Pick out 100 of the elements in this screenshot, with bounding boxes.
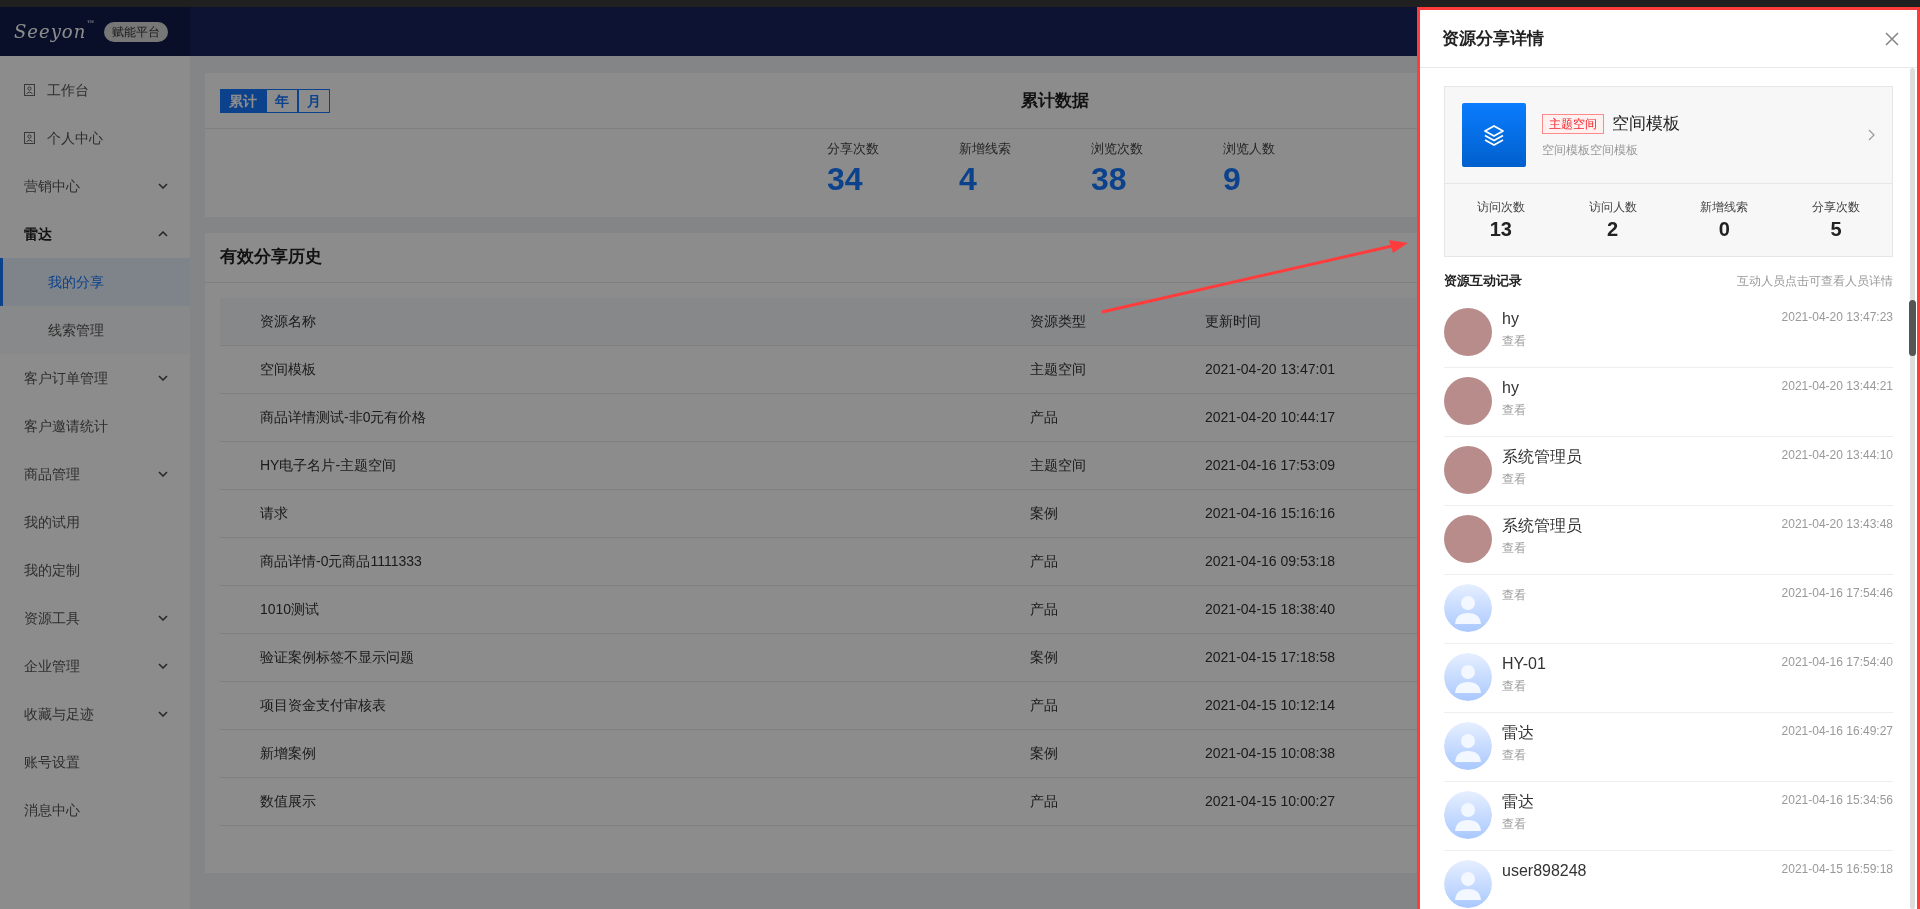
table-cell-text: 2021-04-15 10:08:38 [1205,743,1336,763]
person-name[interactable]: 系统管理员 [1502,514,1582,537]
table-cell-text: 2021-04-20 10:44:17 [1205,407,1336,427]
drawer-title: 资源分享详情 [1442,27,1544,50]
view-link[interactable]: 查看 [1502,538,1582,557]
sidebar-item[interactable]: 雷达 [0,210,190,258]
logo[interactable]: Seeyon™ [14,18,97,45]
contact-card-icon [24,132,35,144]
table-cell-text: 2021-04-15 10:12:14 [1205,695,1336,715]
layers-icon [1482,123,1506,147]
table-cell-text: 商品详情测试-非0元有价格 [259,407,428,427]
table-cell-text: 2021-04-20 13:47:01 [1205,359,1336,379]
record-time: 2021-04-16 17:54:46 [1781,584,1893,602]
person-name[interactable]: HY-01 [1502,652,1546,675]
view-link[interactable]: 查看 [1502,469,1582,488]
period-tab[interactable]: 年 [266,88,298,113]
chevron-down-icon [158,471,168,477]
sidebar-item[interactable]: 企业管理 [0,642,190,690]
scrollbar-thumb[interactable] [1909,300,1916,356]
chevron-down-icon [158,183,168,189]
record-time: 2021-04-15 16:59:18 [1781,860,1893,878]
sidebar-item[interactable]: 消息中心 [0,786,190,834]
sidebar-item[interactable]: 资源工具 [0,594,190,642]
sidebar-item[interactable]: 营销中心 [0,162,190,210]
metric-label: 访问人数 [1587,199,1638,216]
view-link[interactable]: 查看 [1502,331,1526,350]
record-time: 2021-04-20 13:44:10 [1781,446,1893,464]
record-time: 2021-04-20 13:47:23 [1781,308,1893,326]
table-cell-text: 新增案例 [259,743,317,763]
sidebar-item[interactable]: 客户邀请统计 [0,402,190,450]
metric-label: 分享次数 [1811,199,1862,216]
section-title: 资源互动记录 [1444,272,1522,290]
metric-value: 2 [1606,217,1620,242]
view-link[interactable]: 查看 [1502,676,1546,695]
table-cell-text: 2021-04-15 10:00:27 [1205,791,1336,811]
table-cell-text: 主题空间 [1030,359,1087,379]
metric-value: 9 [1223,159,1242,199]
view-link[interactable]: 查看 [1502,400,1526,419]
chevron-down-icon [158,615,168,621]
table-cell-text: 1010测试 [259,599,321,619]
table-cell-text: 2021-04-15 18:38:40 [1205,599,1336,619]
table-cell-text: 项目资金支付审核表 [259,695,387,715]
view-link[interactable]: 查看 [1502,745,1534,764]
sidebar-subitem[interactable]: 我的分享 [0,258,190,306]
hint-text: 互动人员点击可查看人员详情 [1737,272,1893,290]
person-name[interactable]: hy [1502,376,1526,399]
sidebar-item[interactable]: 我的试用 [0,498,190,546]
person-name[interactable]: 雷达 [1502,790,1534,813]
sidebar-item[interactable]: 我的定制 [0,546,190,594]
avatar-silhouette-icon [1444,790,1492,839]
sidebar-item[interactable]: 收藏与足迹 [0,690,190,738]
period-tab[interactable]: 月 [298,88,330,113]
contact-card-icon [24,84,35,96]
chevron-right-icon [1868,129,1875,141]
photo-placeholder [1444,307,1492,356]
avatar-silhouette-icon [1444,652,1492,701]
table-cell-text: 验证案例标签不显示问题 [259,647,415,667]
sidebar-item[interactable]: 商品管理 [0,450,190,498]
table-cell-text: 数值展示 [259,791,317,811]
table-cell-text: 产品 [1030,407,1059,427]
chevron-down-icon [158,711,168,717]
table-cell-text: 空间模板 [259,359,317,379]
sidebar-subitem[interactable]: 线索管理 [0,306,190,354]
type-tag: 主题空间 [1542,114,1604,134]
person-name[interactable]: 雷达 [1502,721,1534,744]
table-cell-text: 2021-04-16 09:53:18 [1205,551,1336,571]
table-cell-text: 2021-04-16 17:53:09 [1205,455,1336,475]
table-cell-text: 案例 [1030,503,1059,523]
metric-value: 5 [1829,217,1843,242]
metric-value: 4 [959,159,978,199]
column-header: 更新时间 [1205,311,1262,331]
record-time: 2021-04-20 13:43:48 [1781,515,1893,533]
column-header: 资源类型 [1030,311,1087,331]
column-header: 资源名称 [259,311,317,331]
resource-card[interactable]: 主题空间 空间模板 空间模板空间模板 访问次数 13 访问人数 2 新增线索 0 分享次数 5 [1444,86,1893,257]
sidebar-item[interactable]: 客户订单管理 [0,354,190,402]
metric-value: 34 [827,159,864,199]
view-link[interactable]: 查看 [1502,814,1534,833]
sidebar-item[interactable]: 个人中心 [0,114,190,162]
table-cell-text: 请求 [259,503,289,523]
person-name[interactable]: 系统管理员 [1502,445,1582,468]
sidebar-item[interactable]: 账号设置 [0,738,190,786]
table-cell-text: 产品 [1030,695,1059,715]
metric-label: 新增线索 [959,140,1011,158]
photo-placeholder [1444,514,1492,563]
table-cell-text: 产品 [1030,551,1059,571]
platform-badge: 赋能平台 [104,21,169,42]
view-link[interactable]: 查看 [1502,585,1526,604]
metric-value: 13 [1488,217,1513,242]
person-name[interactable]: user898248 [1502,859,1587,882]
table-cell-text: 案例 [1030,743,1059,763]
metric-label: 新增线索 [1699,199,1750,216]
table-cell-text: 主题空间 [1030,455,1087,475]
table-cell-text: 2021-04-16 15:16:16 [1205,503,1336,523]
panel-title: 累计数据 [1021,89,1089,112]
sidebar-item[interactable]: 工作台 [0,66,190,114]
close-icon[interactable] [1885,31,1899,46]
person-name[interactable]: hy [1502,307,1526,330]
metric-label: 浏览次数 [1091,140,1143,158]
period-tab[interactable]: 累计 [220,88,266,113]
